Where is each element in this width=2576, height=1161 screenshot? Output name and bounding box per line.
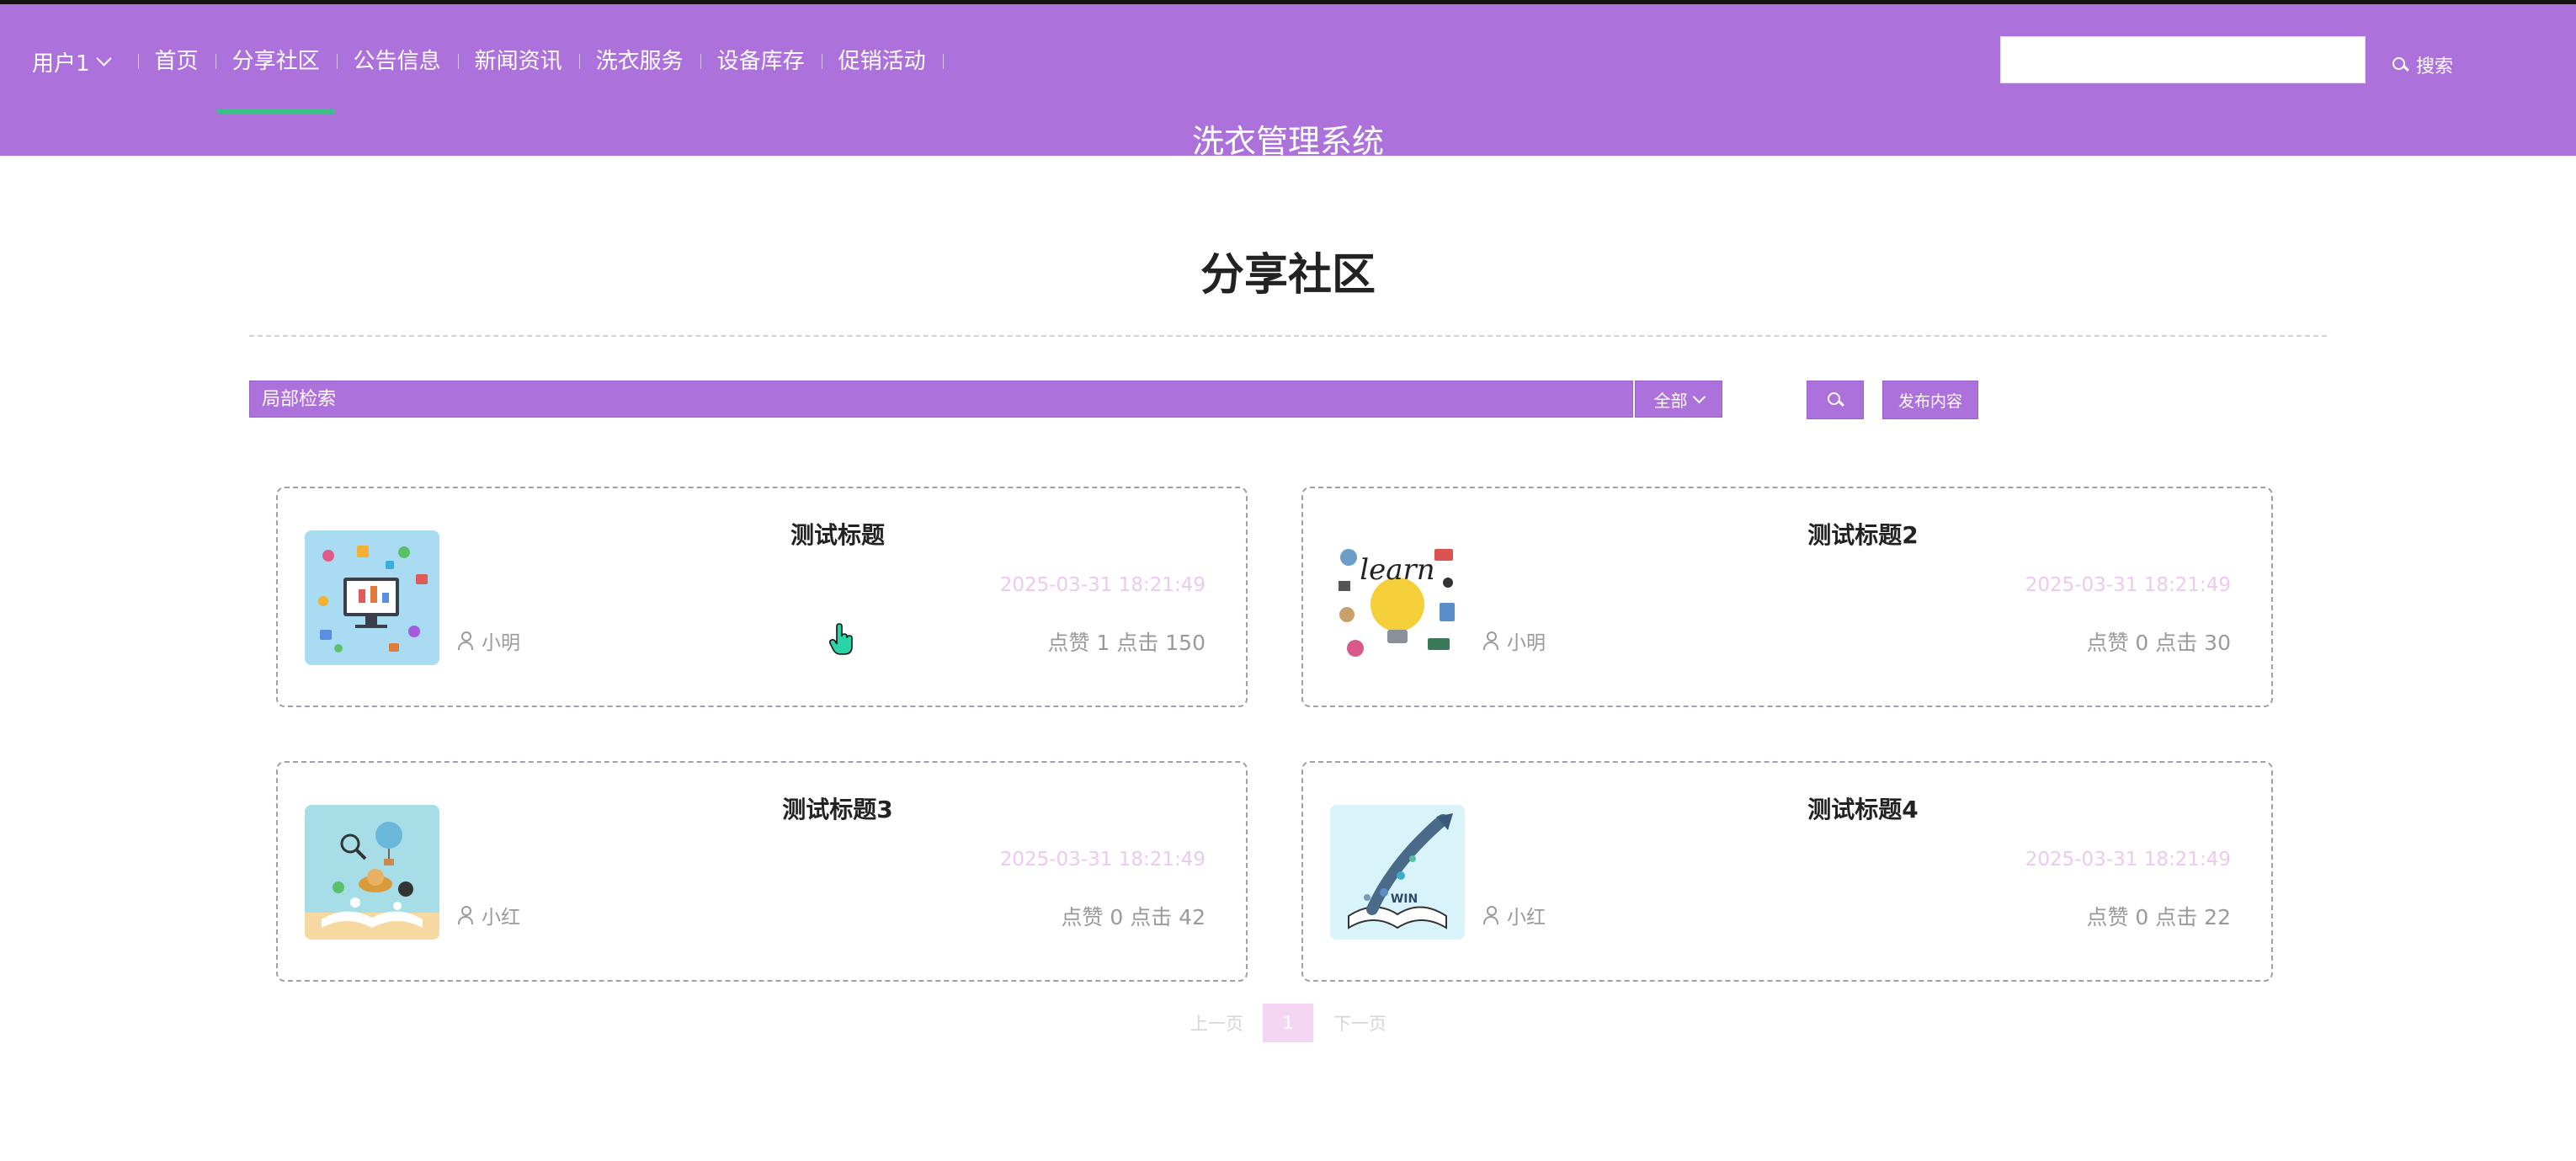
post-thumbnail[interactable]: learn: [1330, 530, 1465, 665]
post-stats: 点赞 0 点击 30: [2086, 631, 2231, 655]
post-card[interactable]: 测试标题 2025-03-31 18:21:49 小明 点赞 1 点击 150: [276, 487, 1248, 707]
post-time: 2025-03-31 18:21:49: [999, 849, 1206, 871]
user-menu[interactable]: 用户1: [32, 46, 112, 77]
search-icon: [2392, 57, 2408, 72]
open-book-balloon-illustration-icon: [305, 805, 439, 940]
post-time: 2025-03-31 18:21:49: [2025, 849, 2231, 871]
post-author-name: 小明: [482, 632, 520, 654]
learn-lightbulb-illustration-icon: learn: [1330, 530, 1465, 665]
hand-pointer-cursor-icon: [828, 623, 853, 655]
filter-search-input[interactable]: [250, 381, 1632, 417]
header-search-label: 搜索: [2416, 56, 2454, 77]
nav-laundry-service[interactable]: 洗衣服务: [578, 45, 700, 78]
post-title[interactable]: 测试标题: [463, 517, 1212, 551]
open-book-rocket-illustration-icon: WIN: [1330, 805, 1465, 940]
svg-text:WIN: WIN: [1391, 892, 1418, 906]
system-title: 洗衣管理系统: [1191, 123, 1384, 160]
main-nav: 用户1 首页 分享社区 公告信息 新闻资讯 洗衣服务 设备库存 促销活动: [32, 45, 944, 114]
post-stats: 点赞 0 点击 42: [1061, 905, 1206, 929]
pagination-next[interactable]: 下一页: [1333, 1010, 1386, 1036]
user-icon: [1483, 905, 1498, 925]
header-search-input[interactable]: [2001, 37, 2365, 83]
chevron-down-icon: [1692, 390, 1706, 403]
filter-search-box[interactable]: [249, 381, 1633, 418]
post-author: 小明: [458, 626, 520, 655]
publish-button[interactable]: 发布内容: [1882, 381, 1978, 419]
pagination-prev[interactable]: 上一页: [1190, 1010, 1243, 1036]
filter-search-button[interactable]: [1807, 381, 1864, 419]
top-header: 用户1 首页 分享社区 公告信息 新闻资讯 洗衣服务 设备库存 促销活动 搜索 …: [0, 4, 2576, 160]
post-author-name: 小红: [482, 907, 520, 929]
post-title[interactable]: 测试标题3: [463, 791, 1212, 825]
title-divider: [249, 335, 2327, 337]
post-time: 2025-03-31 18:21:49: [999, 574, 1206, 596]
post-stats: 点赞 0 点击 22: [2086, 905, 2231, 929]
header-search-box[interactable]: [2000, 36, 2366, 83]
user-icon: [458, 631, 473, 651]
page-title: 分享社区: [1200, 250, 1376, 301]
social-media-illustration-icon: [305, 530, 439, 665]
pagination: 上一页 1 下一页: [0, 1002, 2576, 1044]
nav-promotions[interactable]: 促销活动: [821, 45, 943, 78]
nav-home[interactable]: 首页: [137, 45, 216, 78]
nav-divider: [942, 54, 944, 69]
chevron-down-icon: [95, 50, 112, 67]
post-stats: 点赞 1 点击 150: [1047, 631, 1206, 655]
category-select[interactable]: 全部: [1635, 381, 1722, 418]
post-card[interactable]: 测试标题3 2025-03-31 18:21:49 小红 点赞 0 点击 42: [276, 761, 1248, 982]
post-time: 2025-03-31 18:21:49: [2025, 574, 2231, 596]
post-author: 小红: [458, 901, 520, 929]
post-author: 小红: [1483, 901, 1546, 929]
category-select-value: 全部: [1653, 390, 1688, 411]
search-icon: [1828, 392, 1843, 407]
post-thumbnail[interactable]: [305, 530, 439, 665]
svg-text:learn: learn: [1360, 553, 1434, 587]
post-card[interactable]: WIN 测试标题4 2025-03-31 18:21:49 小红 点赞 0 点击…: [1301, 761, 2273, 982]
nav-news[interactable]: 新闻资讯: [457, 45, 579, 78]
post-author: 小明: [1483, 626, 1546, 655]
header-search-button[interactable]: 搜索: [2392, 51, 2453, 78]
user-menu-label: 用户1: [32, 51, 90, 77]
user-icon: [458, 905, 473, 925]
post-thumbnail[interactable]: [305, 805, 439, 940]
post-author-name: 小明: [1507, 632, 1546, 654]
post-title[interactable]: 测试标题2: [1488, 517, 2238, 551]
post-title[interactable]: 测试标题4: [1488, 791, 2238, 825]
user-icon: [1483, 631, 1498, 651]
post-card[interactable]: learn 测试标题2 2025-03-31 18:21:49 小明 点赞 0 …: [1301, 487, 2273, 707]
post-thumbnail[interactable]: WIN: [1330, 805, 1465, 940]
nav-share-community[interactable]: 分享社区: [215, 45, 337, 114]
pagination-current-page[interactable]: 1: [1263, 1004, 1313, 1042]
post-author-name: 小红: [1507, 907, 1546, 929]
nav-equipment-inventory[interactable]: 设备库存: [700, 45, 822, 78]
nav-announcements[interactable]: 公告信息: [336, 45, 458, 78]
